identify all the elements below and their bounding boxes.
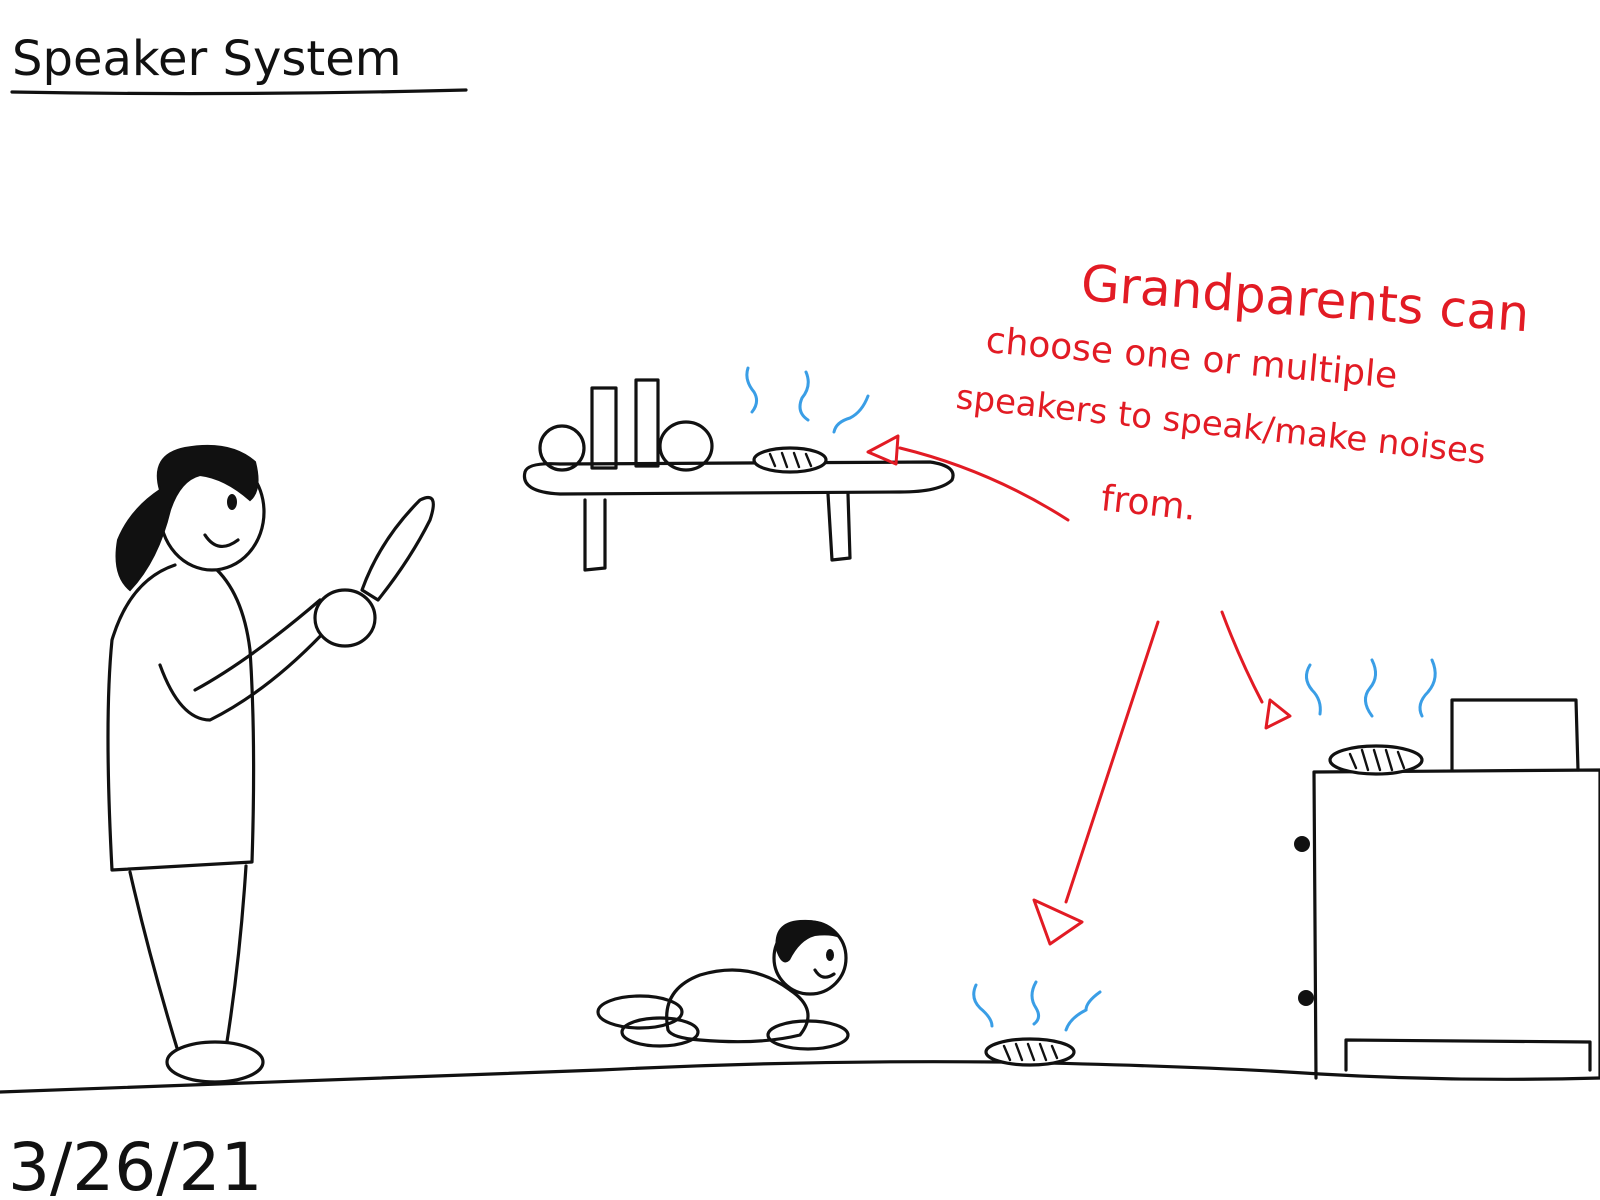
shelf-speaker-sound-wave-3 [832, 394, 870, 434]
title: Speaker System [12, 31, 401, 87]
grandparent-left-leg [128, 870, 182, 1060]
floor-speaker-sound-wave-3 [1064, 990, 1102, 1032]
dresser-speaker-sound-wave-3 [1418, 658, 1437, 718]
dresser-speaker-sound-wave-2 [1364, 658, 1377, 718]
dresser-knob-top [1294, 836, 1310, 852]
grandparent-foot [165, 1040, 265, 1084]
shelf-book-1 [590, 386, 618, 470]
arrow-to-floor-speaker-head [1032, 898, 1084, 946]
grandparent-arm-inner [193, 598, 322, 692]
shelf-board [522, 460, 955, 496]
annotation-line-4: from. [1099, 478, 1198, 529]
title-underline [10, 88, 468, 96]
grandparent-arm [158, 626, 330, 722]
shelf-speaker [752, 446, 828, 474]
shelf-bracket-right [826, 492, 852, 562]
child-eye [826, 949, 834, 961]
shelf-bracket-left [583, 498, 607, 572]
grandparent-right-leg [224, 864, 248, 1050]
arrow-to-dresser-speaker-shaft [1220, 610, 1264, 704]
annotation-line-1: Grandparents can [1079, 254, 1531, 343]
dresser-top-box [1450, 698, 1580, 772]
grandparent-figure [106, 444, 435, 1084]
shelf-speaker-sound-wave-2 [798, 370, 810, 422]
child-arm [766, 1019, 850, 1051]
floor-speaker-sound-wave-1 [972, 983, 994, 1028]
dresser-knob-bottom [1298, 990, 1314, 1006]
floor-speaker-sound-wave-2 [1030, 980, 1041, 1026]
annotation-arrows [866, 434, 1292, 946]
shelf-book-2 [634, 378, 660, 468]
floor-speaker-group [972, 980, 1102, 1067]
annotation: Grandparents can choose one or multiple … [954, 254, 1531, 529]
annotation-line-3: speakers to speak/make noises [954, 377, 1488, 472]
arrow-to-shelf-speaker-head [866, 434, 900, 466]
dresser-bottom-drawer [1344, 1038, 1592, 1072]
dresser-speaker-sound-wave-1 [1305, 663, 1322, 716]
title-block: Speaker System [10, 31, 468, 96]
grandparent-hand [313, 588, 377, 648]
dresser-body [1312, 768, 1600, 1080]
speaker-remote [360, 495, 435, 602]
speaker-system-sketch: Speaker System 3/26/21 Grandparents can … [0, 31, 1600, 1200]
arrow-to-floor-speaker-shaft [1064, 620, 1160, 904]
date: 3/26/21 [8, 1129, 262, 1200]
arrow-to-dresser-speaker-head [1264, 698, 1292, 730]
wall-shelf [522, 366, 955, 572]
grandparent-torso [106, 558, 256, 872]
dresser [1294, 658, 1600, 1080]
annotation-line-2: choose one or multiple [984, 320, 1399, 397]
shelf-speaker-sound-wave-1 [745, 366, 759, 414]
grandparent-eye [227, 494, 237, 510]
child-leg-2 [620, 1016, 700, 1048]
crawling-child [596, 919, 850, 1051]
